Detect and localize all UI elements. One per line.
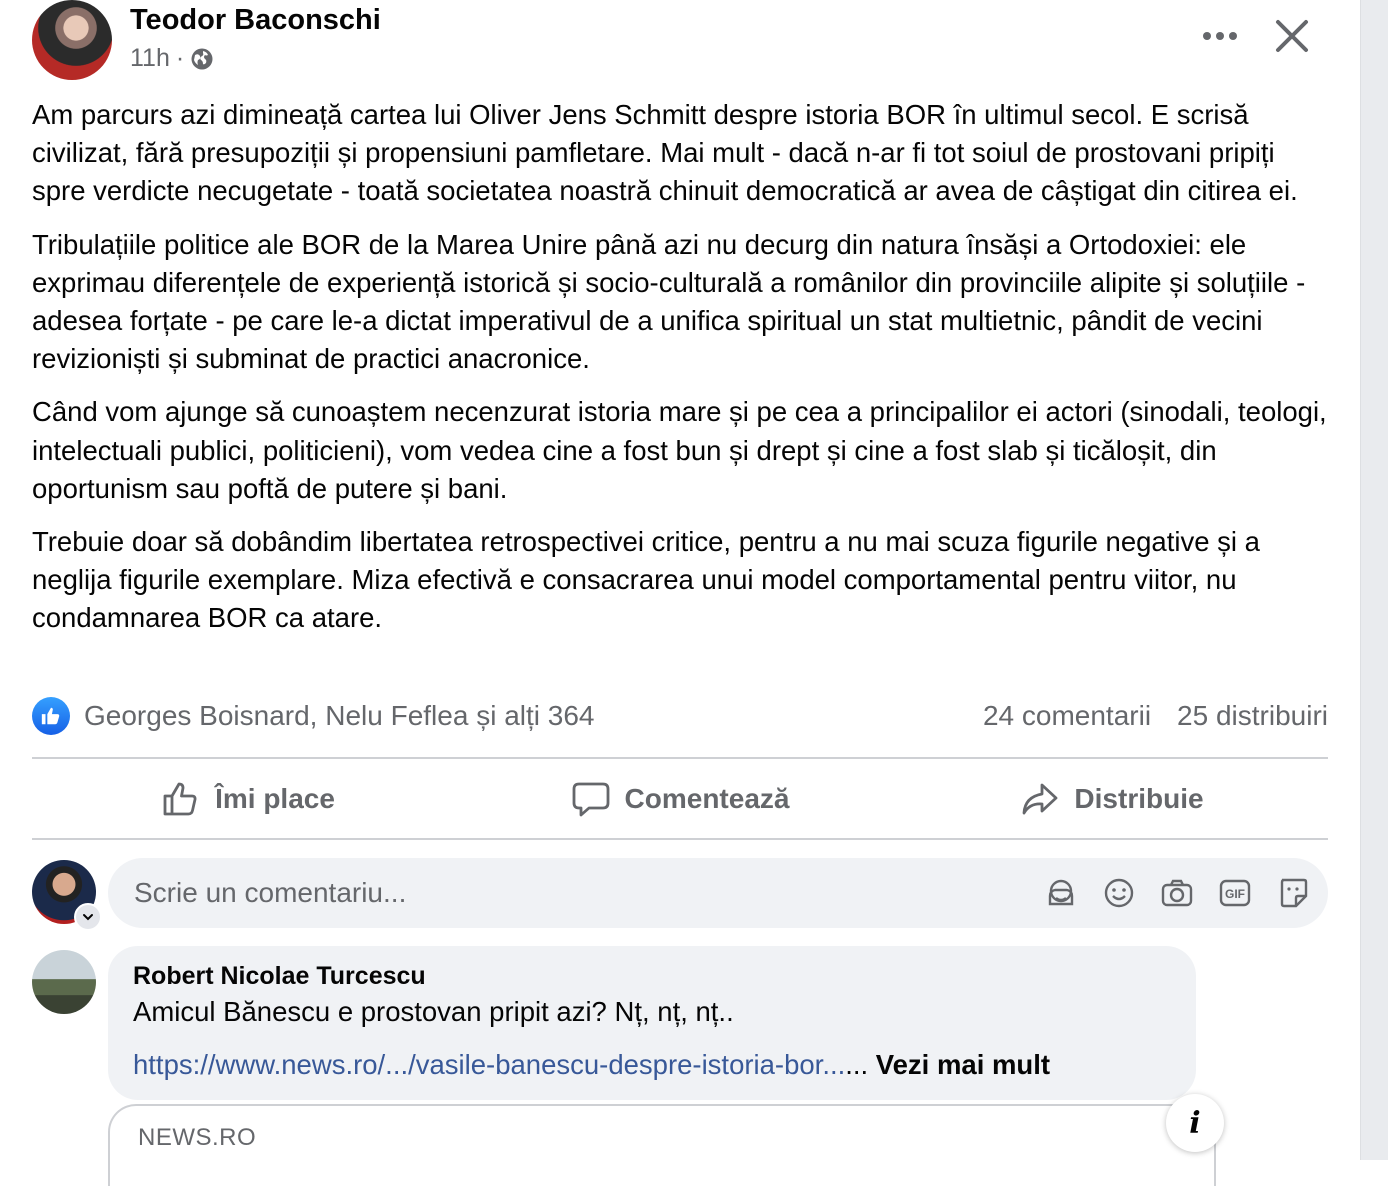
svg-text:GIF: GIF <box>1225 887 1245 901</box>
emoji-icon[interactable] <box>1102 876 1136 910</box>
comment-ellipsis: ... <box>845 1049 869 1080</box>
post-time[interactable]: 11h <box>130 44 170 73</box>
post-paragraph: Tribulațiile politice ale BOR de la Mare… <box>32 228 1306 375</box>
more-options-button[interactable] <box>1195 16 1245 56</box>
camera-icon[interactable] <box>1160 876 1194 910</box>
reactions-summary: Georges Boisnard, Nelu Feflea și alți 36… <box>32 694 1328 738</box>
info-button[interactable]: i <box>1166 1094 1224 1152</box>
gif-icon[interactable]: GIF <box>1218 876 1252 910</box>
post-paragraph: Când vom ajunge să cunoaștem necenzurat … <box>32 396 1327 504</box>
comment-label: Comentează <box>624 783 790 814</box>
globe-icon <box>191 48 213 69</box>
author-avatar[interactable] <box>32 0 112 80</box>
comment-link-line: https://www.news.ro/.../vasile-banescu-d… <box>133 1049 1050 1081</box>
share-arrow-icon <box>1023 783 1058 815</box>
like-label: Îmi place <box>215 783 335 814</box>
commenter-avatar[interactable] <box>32 950 96 1014</box>
post-paragraph: Trebuie doar să dobândim libertatea retr… <box>32 526 1260 634</box>
sticker-icon[interactable] <box>1276 876 1310 910</box>
meta-separator: · <box>175 44 185 72</box>
comment-bubble: Robert Nicolae Turcescu Amicul Bănescu e… <box>108 946 1196 1100</box>
comment-bubble-icon <box>572 782 609 817</box>
chevron-down-icon <box>83 914 93 921</box>
post-paragraph: Am parcurs azi dimineață cartea lui Oliv… <box>32 99 1298 207</box>
post-body: Am parcurs azi dimineață cartea lui Oliv… <box>32 96 1332 653</box>
comment-text: Amicul Bănescu e prostovan pripit azi? N… <box>133 996 734 1027</box>
comment-author[interactable]: Robert Nicolae Turcescu <box>133 962 426 991</box>
like-reaction-icon[interactable] <box>32 697 70 735</box>
share-button[interactable]: Distribuie <box>896 760 1328 838</box>
link-preview-domain: NEWS.RO <box>138 1124 257 1151</box>
profile-switcher-button[interactable] <box>74 903 102 931</box>
post-meta: 11h · <box>130 44 214 73</box>
comment-link[interactable]: https://www.news.ro/.../vasile-banescu-d… <box>133 1049 845 1080</box>
like-button[interactable]: Îmi place <box>32 760 464 838</box>
engagement-counts: 24 comentarii 25 distribuiri <box>983 700 1328 732</box>
author-name[interactable]: Teodor Baconschi <box>130 4 381 37</box>
close-button[interactable] <box>1268 12 1316 60</box>
close-icon <box>1276 20 1308 52</box>
right-scrollbar-rail[interactable] <box>1360 0 1388 1160</box>
reactors-names[interactable]: Georges Boisnard, Nelu Feflea și alți 36… <box>84 700 595 732</box>
thumbs-up-icon <box>163 782 197 816</box>
more-dots-icon <box>1203 32 1237 40</box>
avatar-sticker-icon[interactable] <box>1044 876 1078 910</box>
shares-count[interactable]: 25 distribuiri <box>1177 700 1328 732</box>
comment-placeholder: Scrie un comentariu... <box>134 877 407 908</box>
comment-button[interactable]: Comentează <box>464 760 896 838</box>
info-icon: i <box>1189 1105 1201 1141</box>
divider <box>32 757 1328 759</box>
thumbs-up-icon <box>41 707 60 725</box>
comments-count[interactable]: 24 comentarii <box>983 700 1151 732</box>
comment-input[interactable]: Scrie un comentariu... GIF <box>108 858 1328 928</box>
see-more-button[interactable]: Vezi mai mult <box>876 1049 1050 1080</box>
comment-input-tools: GIF <box>1044 876 1310 910</box>
post-actions: Îmi place Comentează Distribuie <box>32 760 1328 838</box>
divider <box>32 838 1328 840</box>
link-preview-card[interactable]: NEWS.RO <box>108 1104 1216 1186</box>
share-label: Distribuie <box>1074 783 1204 814</box>
